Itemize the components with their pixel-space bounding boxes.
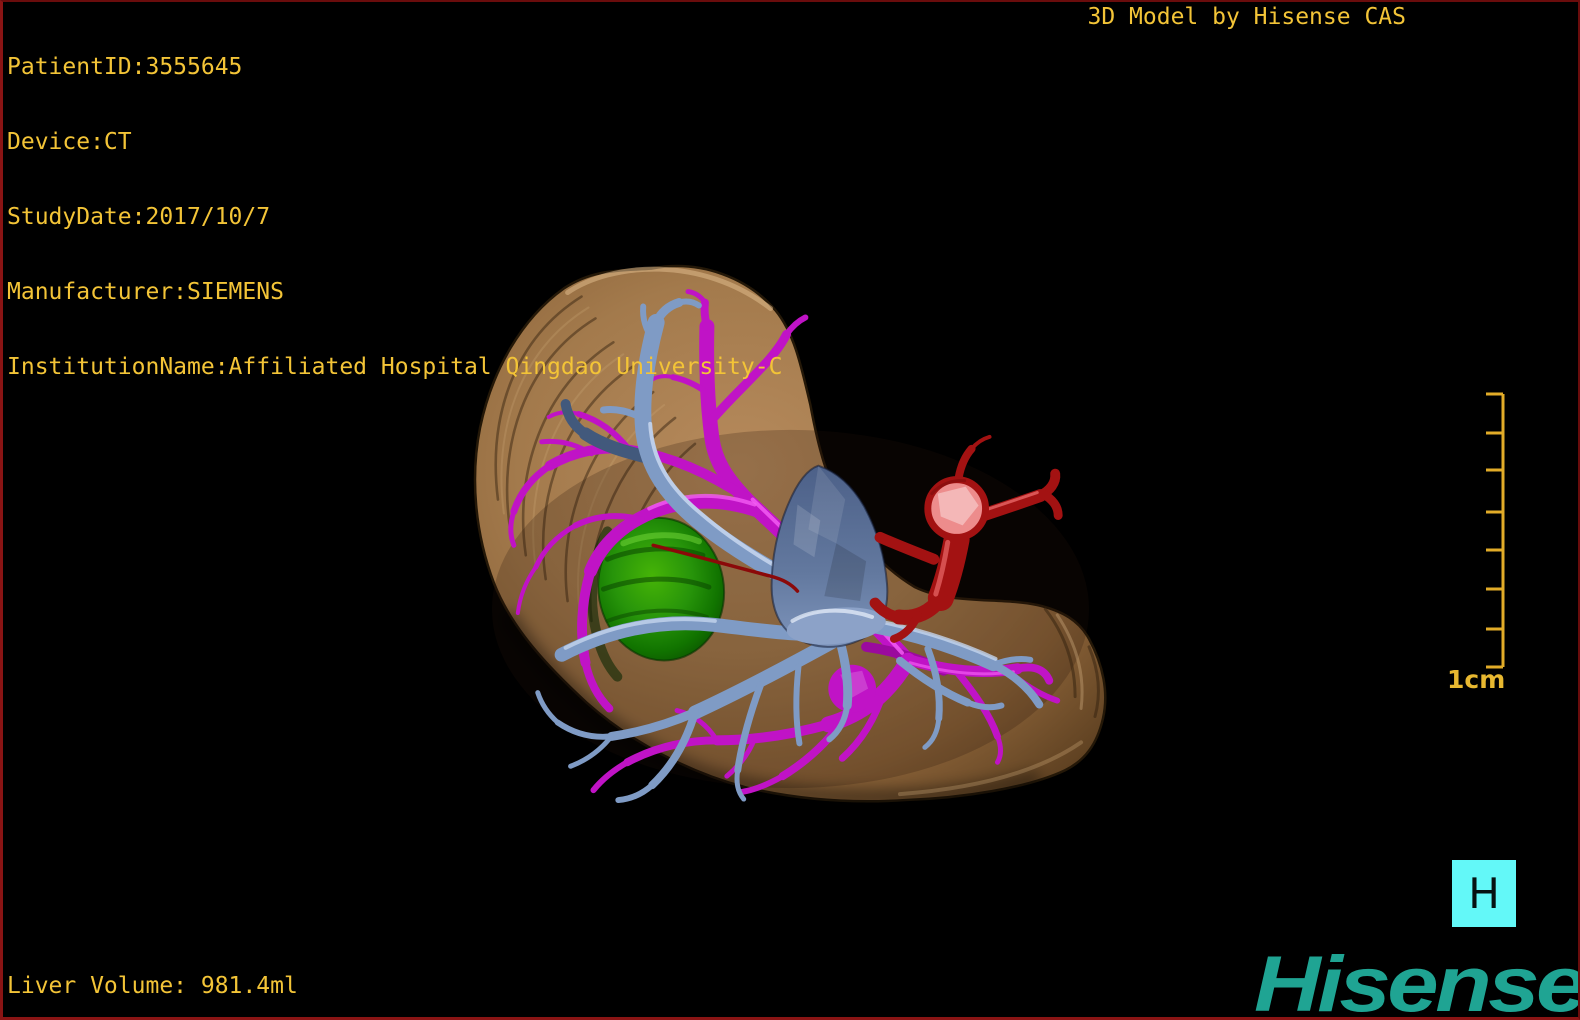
patient-info-overlay: PatientID:3555645 Device:CT StudyDate:20… — [7, 5, 782, 430]
liver-volume-readout: Liver Volume: 981.4ml — [7, 973, 298, 999]
manufacturer-line: Manufacturer:SIEMENS — [7, 279, 284, 305]
model-credit: 3D Model by Hisense CAS — [1087, 4, 1407, 30]
orientation-marker-h: H — [1452, 860, 1516, 927]
scale-bar-label: 1cm — [1447, 665, 1505, 694]
orientation-marker-label: H — [1468, 869, 1500, 918]
institution-line: InstitutionName:Affiliated Hospital Qing… — [7, 354, 783, 380]
study-date-line: StudyDate:2017/10/7 — [7, 204, 271, 230]
viewport-3d[interactable]: PatientID:3555645 Device:CT StudyDate:20… — [0, 0, 1580, 1020]
patient-id-line: PatientID:3555645 — [7, 54, 243, 80]
hisense-logo: Hisense — [1254, 939, 1580, 1020]
scale-bar-ruler — [1486, 392, 1505, 669]
scale-bar: 1cm — [1447, 392, 1505, 694]
device-line: Device:CT — [7, 129, 132, 155]
